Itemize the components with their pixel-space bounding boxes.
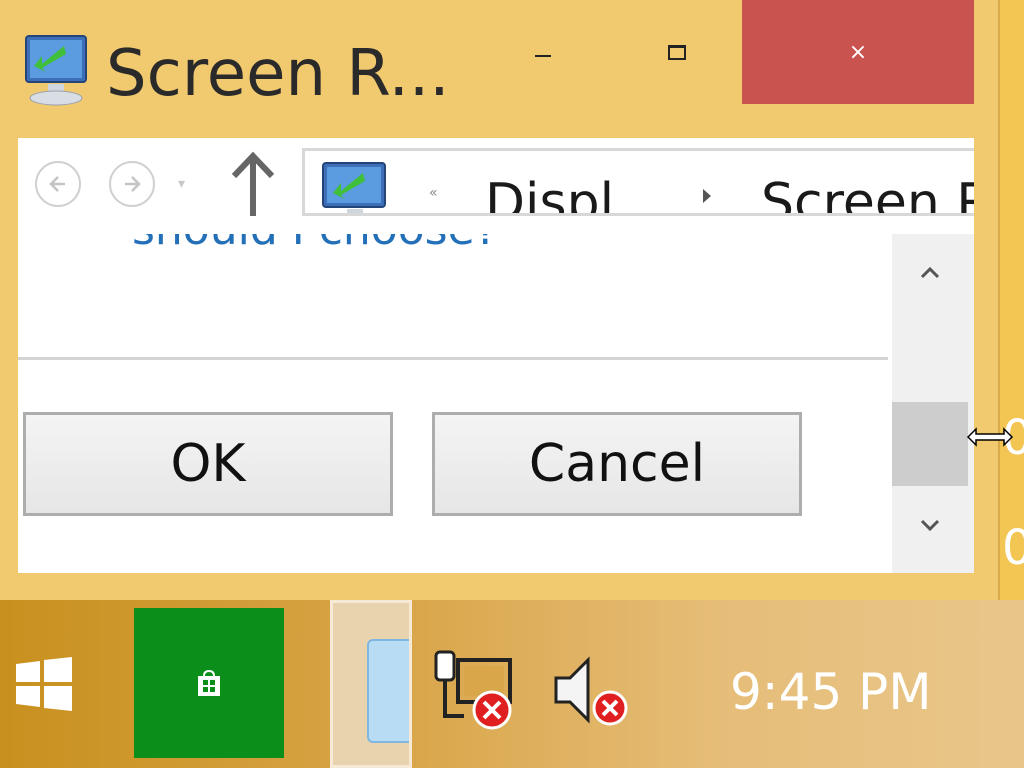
display-settings-icon <box>322 162 386 213</box>
control-panel-icon <box>367 639 409 743</box>
breadcrumb-separator-icon[interactable] <box>703 189 711 203</box>
minimize-button[interactable] <box>500 0 586 104</box>
forward-button[interactable] <box>109 161 155 207</box>
scroll-up-button[interactable] <box>892 242 968 302</box>
arrow-right-icon <box>125 176 141 192</box>
chevron-down-icon <box>920 519 940 532</box>
arrow-up-icon[interactable] <box>228 150 278 220</box>
chevron-up-icon <box>920 266 940 279</box>
network-disconnected-icon[interactable] <box>434 646 518 730</box>
minimize-icon <box>535 55 551 57</box>
address-bar[interactable]: « Displ... Screen R <box>302 148 974 216</box>
maximize-button[interactable] <box>634 0 720 104</box>
close-icon: × <box>848 39 868 65</box>
desktop-background: 0 0 <box>1000 0 1024 600</box>
vertical-scrollbar[interactable] <box>892 234 974 573</box>
resize-horizontal-cursor-icon <box>966 427 1014 447</box>
desktop-text: 0 <box>1002 520 1024 576</box>
recent-locations-dropdown[interactable]: ▾ <box>178 176 185 192</box>
volume-muted-icon[interactable] <box>552 650 636 730</box>
ok-button[interactable]: OK <box>23 412 393 516</box>
display-settings-icon <box>25 35 87 106</box>
breadcrumb-item[interactable]: Displ... <box>485 169 664 213</box>
window-title: Screen R... <box>106 37 450 111</box>
taskbar: 9:45 PM <box>0 600 1024 768</box>
system-clock[interactable]: 9:45 PM <box>730 662 931 722</box>
scrollbar-thumb[interactable] <box>892 402 968 486</box>
close-button[interactable]: × <box>742 0 974 104</box>
screen-resolution-window: Screen R... × should I choose? ▾ <box>0 0 1000 600</box>
store-bag-icon <box>198 669 220 696</box>
arrow-left-icon <box>49 176 65 192</box>
back-button[interactable] <box>35 161 81 207</box>
cancel-button[interactable]: Cancel <box>432 412 802 516</box>
control-panel-taskbar-button[interactable] <box>330 600 412 768</box>
breadcrumb-item[interactable]: Screen R <box>761 169 974 213</box>
breadcrumb-overflow[interactable]: « <box>429 185 438 201</box>
divider <box>18 357 888 360</box>
window-client-area: should I choose? ▾ « D <box>18 138 974 573</box>
windows-start-icon[interactable] <box>14 656 74 712</box>
navigation-bar: ▾ « Displ... Screen R <box>18 138 974 234</box>
maximize-icon <box>668 44 686 60</box>
scroll-down-button[interactable] <box>892 496 968 556</box>
store-app-tile[interactable] <box>134 608 284 758</box>
